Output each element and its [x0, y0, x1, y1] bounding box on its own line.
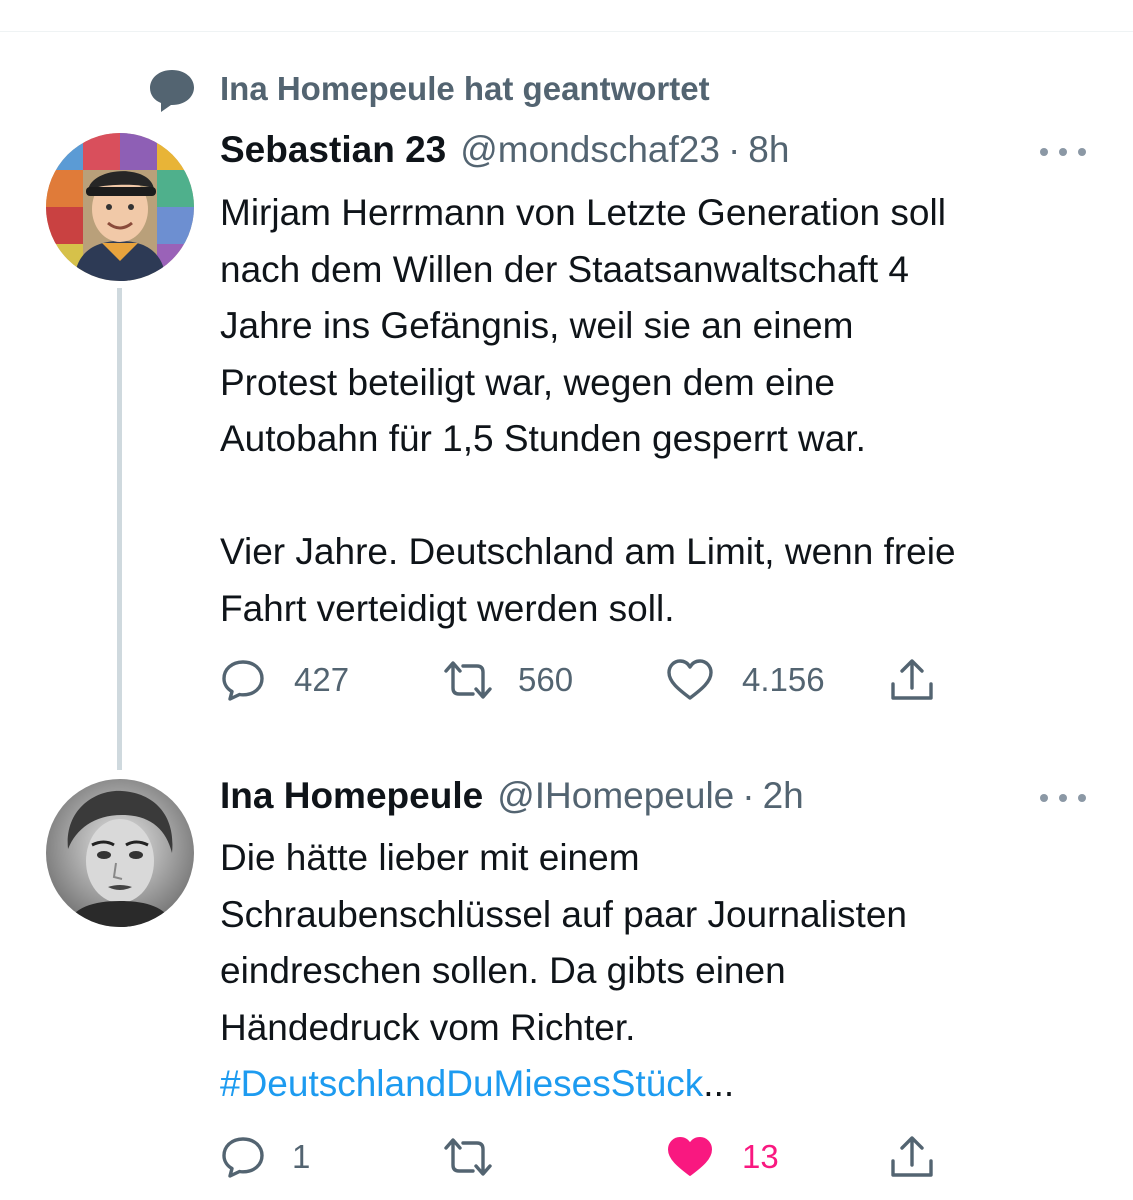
tweet-timestamp[interactable]: 2h — [763, 775, 804, 817]
tweet-text: Die hätte lieber mit einem Schraubenschl… — [220, 830, 907, 1113]
truncation-ellipsis: ... — [703, 1063, 735, 1104]
more-dot-icon — [1059, 148, 1067, 156]
reply-count: 427 — [294, 661, 350, 698]
retweet-count: 560 — [518, 661, 574, 698]
social-context: Ina Homepeule hat geantwortet — [148, 66, 710, 116]
tweet-text-line: Händedruck vom Richter. — [220, 1006, 636, 1048]
author-handle[interactable]: @IHomepeule — [497, 775, 734, 817]
share-icon — [891, 1136, 933, 1177]
retweet-button[interactable] — [442, 1132, 522, 1182]
more-dot-icon — [1040, 148, 1048, 156]
tweet-text: Mirjam Herrmann von Letzte Generation so… — [220, 185, 956, 637]
tweet-text-line: Die hätte lieber mit einem — [220, 837, 640, 878]
share-button[interactable] — [888, 1132, 936, 1182]
tweet-text-line: Mirjam Herrmann von Letzte Generation so… — [220, 192, 946, 233]
author-name[interactable]: Sebastian 23 — [220, 129, 446, 171]
retweet-icon — [444, 661, 492, 699]
thread-connector-line — [117, 288, 122, 770]
like-count: 13 — [742, 1138, 779, 1175]
tweet-text-line: eindreschen sollen. Da gibts einen — [220, 950, 786, 991]
more-dot-icon — [1059, 794, 1067, 802]
retweet-icon — [444, 1138, 492, 1176]
context-label: Ina Homepeule hat geantwortet — [220, 70, 710, 107]
tweet-header: Ina Homepeule @IHomepeule · 2h — [220, 775, 804, 825]
tweet-text-line: Fahrt verteidigt werden soll. — [220, 587, 675, 629]
more-dot-icon — [1078, 794, 1086, 802]
top-divider — [0, 31, 1133, 32]
author-name[interactable]: Ina Homepeule — [220, 775, 483, 817]
tweet-text-line: Autobahn für 1,5 Stunden gesperrt war. — [220, 418, 866, 459]
tweet-text-line: #DeutschlandDuMiesesStück... — [220, 1056, 907, 1113]
speech-bubble-icon — [150, 70, 194, 112]
tweet-text-line: Schraubenschlüssel auf paar Journalisten — [220, 893, 907, 935]
like-button[interactable]: 13 — [666, 1132, 779, 1182]
tweet-text-line: nach dem Willen der Staatsanwaltschaft 4 — [220, 248, 909, 290]
hashtag-link[interactable]: #DeutschlandDuMiesesStück — [220, 1063, 703, 1104]
reply-count: 1 — [292, 1138, 311, 1175]
separator-dot: · — [742, 775, 755, 816]
share-icon — [891, 659, 933, 700]
heart-icon — [667, 659, 713, 700]
more-dot-icon — [1078, 148, 1086, 156]
tweet-text-line — [220, 468, 956, 525]
share-button[interactable] — [888, 655, 936, 705]
reply-icon — [222, 1137, 264, 1178]
reply-button[interactable]: 427 — [220, 655, 349, 705]
heart-filled-icon — [668, 1137, 712, 1176]
reply-button[interactable]: 1 — [220, 1132, 310, 1182]
more-options-button[interactable] — [1040, 142, 1086, 162]
tweet-text-line: Vier Jahre. Deutschland am Limit, wenn f… — [220, 531, 956, 572]
like-button[interactable]: 4.156 — [666, 655, 825, 705]
reply-icon — [222, 660, 264, 701]
tweet-timestamp[interactable]: 8h — [748, 129, 789, 171]
more-options-button[interactable] — [1040, 788, 1086, 808]
tweet-actions: 427 560 4.156 — [220, 655, 980, 705]
like-count: 4.156 — [742, 661, 825, 698]
retweet-button[interactable]: 560 — [442, 655, 573, 705]
more-dot-icon — [1040, 794, 1048, 802]
tweet-actions: 1 13 — [220, 1132, 980, 1182]
avatar-sebastian[interactable] — [46, 133, 194, 281]
author-handle[interactable]: @mondschaf23 — [460, 129, 720, 171]
tweet-header: Sebastian 23 @mondschaf23 · 8h — [220, 129, 789, 179]
tweet-text-line: Jahre ins Gefängnis, weil sie an einem — [220, 305, 854, 346]
avatar-ina[interactable] — [46, 779, 194, 927]
tweet-text-line: Protest beteiligt war, wegen dem eine — [220, 361, 835, 403]
separator-dot: · — [727, 129, 741, 170]
